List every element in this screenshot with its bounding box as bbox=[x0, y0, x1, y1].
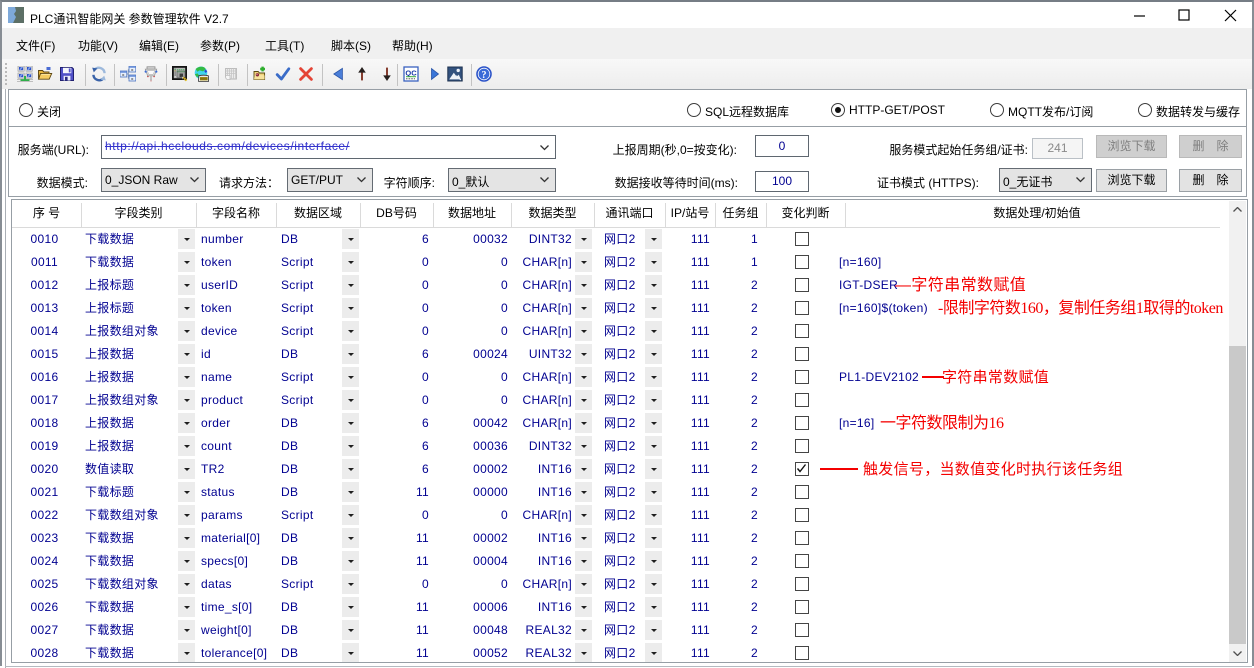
svg-text:QC: QC bbox=[405, 68, 417, 77]
svg-text:?: ? bbox=[482, 70, 487, 81]
